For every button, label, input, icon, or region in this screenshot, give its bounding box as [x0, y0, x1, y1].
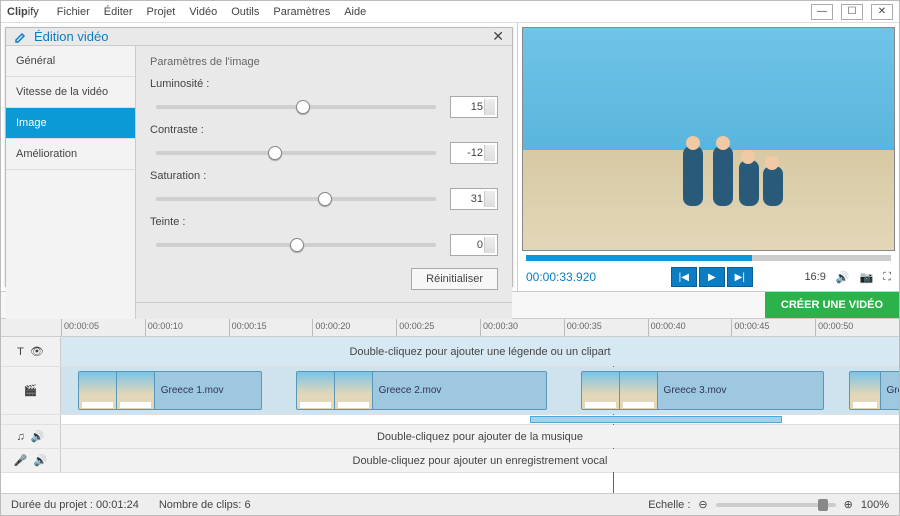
caption-track-body[interactable]: Double-cliquez pour ajouter une légende …	[61, 337, 899, 366]
dialog-close-icon[interactable]: ✕	[492, 28, 504, 45]
group-title: Paramètres de l'image	[150, 56, 498, 68]
voice-mute-icon[interactable]: 🔊	[34, 454, 48, 467]
menu-help[interactable]: Aide	[344, 6, 366, 18]
aspect-ratio[interactable]: 16:9	[804, 271, 825, 283]
selection-track	[1, 415, 899, 425]
timeline-ruler[interactable]: 00:00:0500:00:10 00:00:1500:00:20 00:00:…	[1, 319, 899, 337]
tint-spin[interactable]: 0▲▼	[450, 234, 498, 256]
fullscreen-icon[interactable]: ⛶	[883, 271, 891, 284]
play-button[interactable]: ▶	[699, 267, 725, 287]
clip-4[interactable]: Gree	[849, 371, 899, 410]
music-track-body[interactable]: Double-cliquez pour ajouter de la musiqu…	[61, 425, 899, 448]
brightness-spin[interactable]: 15▲▼	[450, 96, 498, 118]
playback-progress[interactable]	[526, 255, 891, 261]
menu-tools[interactable]: Outils	[231, 6, 259, 18]
volume-icon[interactable]: 🔊	[836, 271, 850, 284]
tint-slider[interactable]	[156, 243, 436, 247]
dialog-form: Paramètres de l'image Luminosité : 15▲▼ …	[136, 46, 512, 354]
saturation-spin[interactable]: 31▲▼	[450, 188, 498, 210]
left-pane: Édition vidéo ✕ Général Vitesse de la vi…	[1, 23, 518, 291]
dialog-header: Édition vidéo ✕	[6, 28, 512, 46]
saturation-slider[interactable]	[156, 197, 436, 201]
create-video-button[interactable]: CRÉER UNE VIDÉO	[765, 292, 899, 318]
titlebar: Clipify Fichier Éditer Projet Vidéo Outi…	[1, 1, 899, 23]
prev-button[interactable]: |◀	[671, 267, 697, 287]
snapshot-icon[interactable]: 📷	[860, 271, 874, 284]
edit-dialog: Édition vidéo ✕ Général Vitesse de la vi…	[5, 27, 513, 287]
voice-track-body[interactable]: Double-cliquez pour ajouter un enregistr…	[61, 449, 899, 472]
video-track-body[interactable]: Greece 1.mov Greece 2.mov Greece 3.mov G…	[61, 367, 899, 414]
upper-main: Édition vidéo ✕ Général Vitesse de la vi…	[1, 23, 899, 291]
menu-settings[interactable]: Paramètres	[273, 6, 330, 18]
dialog-tabs: Général Vitesse de la vidéo Image Amélio…	[6, 46, 136, 354]
maximize-button[interactable]: ☐	[841, 4, 863, 20]
preview-pane: 00:00:33.920 |◀ ▶ ▶| 16:9 🔊 📷 ⛶	[518, 23, 899, 291]
music-track: ♫ 🔊 Double-cliquez pour ajouter de la mus…	[1, 425, 899, 449]
tab-general[interactable]: Général	[6, 46, 135, 77]
menu-edit[interactable]: Éditer	[104, 6, 133, 18]
contrast-slider[interactable]	[156, 151, 436, 155]
status-bar: Durée du projet : 00:01:24 Nombre de cli…	[1, 493, 899, 515]
music-mute-icon[interactable]: 🔊	[31, 430, 45, 443]
edit-icon	[14, 30, 28, 44]
next-button[interactable]: ▶|	[727, 267, 753, 287]
preview-image[interactable]	[522, 27, 895, 251]
zoom-slider[interactable]	[716, 503, 836, 507]
contrast-spin[interactable]: -12▲▼	[450, 142, 498, 164]
clip-3[interactable]: Greece 3.mov	[581, 371, 824, 410]
tab-speed[interactable]: Vitesse de la vidéo	[6, 77, 135, 108]
selection-range[interactable]	[530, 416, 781, 423]
caption-track: T 👁 Double-cliquez pour ajouter une légen…	[1, 337, 899, 367]
dialog-title: Édition vidéo	[34, 29, 108, 44]
app-logo: Clipify	[7, 6, 39, 18]
clip-1[interactable]: Greece 1.mov	[78, 371, 262, 410]
playback-time: 00:00:33.920	[526, 270, 642, 284]
visibility-icon[interactable]: 👁	[30, 345, 44, 358]
close-button[interactable]: ✕	[871, 4, 893, 20]
reset-button[interactable]: Réinitialiser	[411, 268, 498, 290]
menu-project[interactable]: Projet	[147, 6, 176, 18]
music-icon: ♫	[17, 431, 25, 443]
menu-video[interactable]: Vidéo	[189, 6, 217, 18]
zoom-out-button[interactable]: ⊖	[698, 498, 707, 511]
playback-controls: 00:00:33.920 |◀ ▶ ▶| 16:9 🔊 📷 ⛶	[518, 263, 899, 291]
mic-icon: 🎤	[14, 454, 28, 467]
minimize-button[interactable]: —	[811, 4, 833, 20]
tab-enhance[interactable]: Amélioration	[6, 139, 135, 170]
window-buttons: — ☐ ✕	[811, 4, 893, 20]
text-track-icon: T	[17, 346, 24, 358]
param-brightness: Luminosité :	[150, 78, 498, 90]
menu-file[interactable]: Fichier	[57, 6, 90, 18]
tab-image[interactable]: Image	[6, 108, 135, 139]
video-track: 🎬 Greece 1.mov Greece 2.mov Greece 3.mov…	[1, 367, 899, 415]
video-track-icon: 🎬	[24, 384, 38, 397]
brightness-slider[interactable]	[156, 105, 436, 109]
clip-2[interactable]: Greece 2.mov	[296, 371, 547, 410]
voice-track: 🎤 🔊 Double-cliquez pour ajouter un enregi…	[1, 449, 899, 473]
timeline-tracks: T 👁 Double-cliquez pour ajouter une légen…	[1, 337, 899, 493]
menubar: Fichier Éditer Projet Vidéo Outils Param…	[57, 6, 366, 18]
zoom-in-button[interactable]: ⊕	[844, 498, 853, 511]
